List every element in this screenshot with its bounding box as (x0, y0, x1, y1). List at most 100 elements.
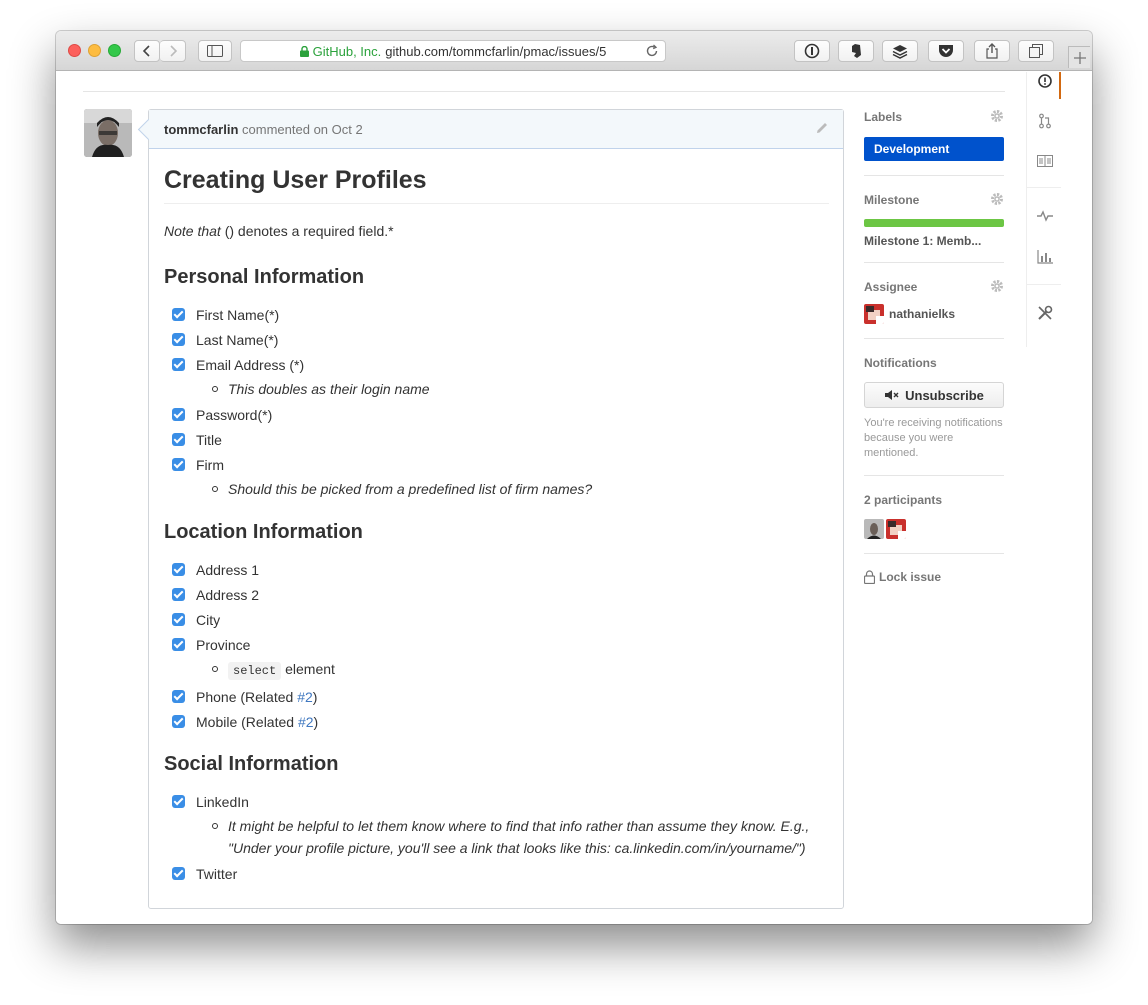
zoom-window-button[interactable] (108, 44, 121, 57)
back-button[interactable] (134, 40, 160, 62)
participants-title: 2 participants (864, 493, 943, 507)
cert-org: GitHub, Inc. (312, 43, 382, 59)
buffer-button[interactable] (882, 40, 918, 62)
section-heading-social: Social Information (164, 753, 339, 775)
task-item: Twitter (164, 865, 829, 884)
assignee-name: nathanielks (889, 307, 956, 321)
sub-note: Should this be picked from a predefined … (212, 478, 829, 500)
tabs-icon (1029, 44, 1043, 58)
comment-header: tommcfarlin commented on Oct 2 (149, 110, 843, 149)
sub-note: It might be helpful to let them know whe… (212, 815, 829, 859)
participant-avatar[interactable] (886, 519, 906, 539)
issue-heading: Creating User Profiles (164, 164, 829, 204)
share-button[interactable] (974, 40, 1010, 62)
task-list-personal: First Name(*) Last Name(*) Email Address… (164, 306, 829, 500)
task-checkbox[interactable] (172, 715, 185, 728)
url-text: github.com/tommcfarlin/pmac/issues/5 (385, 43, 607, 59)
pocket-button[interactable] (928, 40, 964, 62)
buffer-stack-icon (892, 44, 908, 59)
task-list-location: Address 1 Address 2 City Province select… (164, 561, 829, 732)
forward-button[interactable] (160, 40, 186, 62)
assignee-entry[interactable]: nathanielks (864, 304, 1004, 324)
participant-avatar[interactable] (864, 519, 884, 539)
nav-wiki[interactable] (1027, 146, 1062, 176)
nav-separator (1027, 284, 1061, 285)
nav-issues[interactable] (1027, 66, 1062, 96)
notifications-title: Notifications (864, 356, 937, 370)
plus-icon (1073, 51, 1086, 64)
required-note: Note that () denotes a required field.* (164, 223, 394, 239)
gear-icon[interactable] (990, 192, 1004, 206)
nav-pull-requests[interactable] (1027, 106, 1062, 136)
comment-timestamp[interactable]: commented on Oct 2 (242, 122, 363, 137)
sub-note: This doubles as their login name (212, 378, 829, 400)
task-item: First Name(*) (164, 306, 829, 325)
lock-icon (299, 45, 309, 57)
task-checkbox[interactable] (172, 333, 185, 346)
task-checkbox[interactable] (172, 588, 185, 601)
label-development[interactable]: Development (864, 137, 1004, 161)
task-checkbox[interactable] (172, 638, 185, 651)
tabs-overview-button[interactable] (1018, 40, 1054, 62)
sidebar-icon (207, 45, 223, 57)
issue-link[interactable]: #2 (297, 689, 313, 705)
milestone-title: Milestone (864, 193, 920, 207)
task-checkbox[interactable] (172, 358, 185, 371)
gear-icon[interactable] (990, 279, 1004, 293)
divider (83, 91, 1005, 92)
address-bar[interactable]: GitHub, Inc. github.com/tommcfarlin/pmac… (240, 40, 666, 62)
task-checkbox[interactable] (172, 408, 185, 421)
task-checkbox[interactable] (172, 433, 185, 446)
task-item: Email Address (*) This doubles as their … (164, 356, 829, 400)
chevron-left-icon (142, 45, 150, 57)
evernote-button[interactable] (838, 40, 874, 62)
milestone-name[interactable]: Milestone 1: Memb... (864, 234, 1004, 248)
milestone-section: Milestone Milestone 1: Memb... (864, 192, 1004, 263)
author-avatar[interactable] (84, 109, 132, 157)
nav-graphs[interactable] (1027, 242, 1062, 272)
evernote-icon (852, 44, 861, 58)
nav-settings[interactable] (1027, 298, 1062, 328)
gear-icon[interactable] (990, 109, 1004, 123)
task-checkbox[interactable] (172, 308, 185, 321)
lock-issue-link[interactable]: Lock issue (864, 570, 1004, 584)
nav-active-indicator (1059, 72, 1061, 99)
comment-author[interactable]: tommcfarlin (164, 122, 238, 137)
unsubscribe-button[interactable]: Unsubscribe (864, 382, 1004, 408)
task-checkbox[interactable] (172, 613, 185, 626)
close-window-button[interactable] (68, 44, 81, 57)
lock-icon (864, 570, 875, 584)
reload-icon[interactable] (645, 44, 659, 58)
comment-body: Creating User Profiles Note that () deno… (164, 149, 829, 890)
pencil-icon[interactable] (815, 121, 829, 135)
onepassword-button[interactable] (794, 40, 830, 62)
pulse-icon (1036, 210, 1053, 222)
task-item: City (164, 611, 829, 630)
minimize-window-button[interactable] (88, 44, 101, 57)
task-checkbox[interactable] (172, 690, 185, 703)
task-checkbox[interactable] (172, 867, 185, 880)
task-checkbox[interactable] (172, 563, 185, 576)
issue-link[interactable]: #2 (298, 714, 314, 730)
repo-nav (1026, 72, 1061, 347)
task-item: Province select element (164, 636, 829, 682)
task-checkbox[interactable] (172, 458, 185, 471)
pocket-icon (939, 45, 953, 57)
new-tab-button[interactable] (1068, 46, 1090, 68)
wiki-book-icon (1036, 155, 1053, 167)
issue-sidebar: Labels Development Milestone Milestone 1… (864, 109, 1004, 584)
labels-section: Labels Development (864, 109, 1004, 176)
task-item: Address 2 (164, 586, 829, 605)
assignee-section: Assignee nathanielks (864, 279, 1004, 339)
nav-separator (1027, 187, 1061, 188)
task-checkbox[interactable] (172, 795, 185, 808)
section-heading-personal: Personal Information (164, 266, 365, 288)
notifications-reason: You're receiving notifications because y… (864, 417, 1003, 459)
sidebar-toggle-button[interactable] (198, 40, 232, 62)
task-item: Phone (Related #2) (164, 688, 829, 707)
task-item: LinkedIn It might be helpful to let them… (164, 793, 829, 859)
nav-pulse[interactable] (1027, 201, 1062, 231)
share-icon (986, 43, 998, 59)
task-item: Title (164, 431, 829, 450)
participant-avatars (864, 519, 1004, 539)
